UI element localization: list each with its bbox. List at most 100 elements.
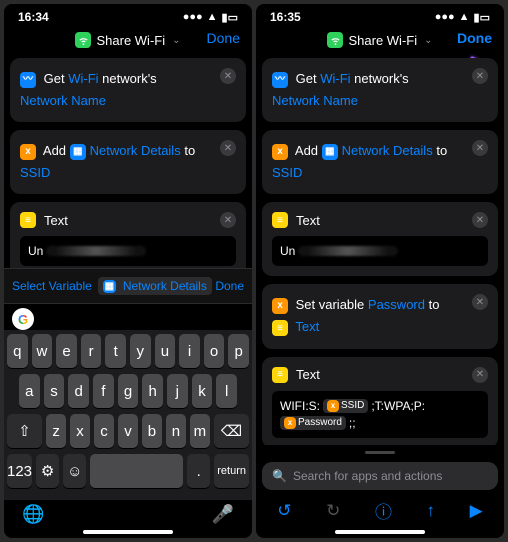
key-c[interactable]: c xyxy=(94,414,114,448)
key-b[interactable]: b xyxy=(142,414,162,448)
key-o[interactable]: o xyxy=(204,334,225,368)
token-icon: ▦ xyxy=(70,144,86,160)
text-target-link[interactable]: Text xyxy=(295,319,319,334)
ssid-link[interactable]: SSID xyxy=(20,165,50,180)
network-details-chip[interactable]: ▦ Network Details xyxy=(98,277,212,295)
key-j[interactable]: j xyxy=(167,374,188,408)
key-e[interactable]: e xyxy=(56,334,77,368)
status-bar: 16:35 ●●● ▲ ▮▭ xyxy=(256,4,504,26)
key-z[interactable]: z xyxy=(46,414,66,448)
chevron-down-icon[interactable]: ⌄ xyxy=(172,35,180,46)
info-icon[interactable]: ⓘ xyxy=(375,498,392,523)
action-add-to-variable[interactable]: ✕ x Add ▦Network Details to SSID xyxy=(10,130,246,194)
chip-icon: ▦ xyxy=(103,280,116,293)
var-pill-icon: x xyxy=(20,144,36,160)
network-name-link[interactable]: Network Name xyxy=(272,93,358,108)
actions-list: ✕ 〰 Get Wi-Fi network's Network Name ✕ x… xyxy=(4,58,252,268)
redo-icon: ↻ xyxy=(326,501,340,521)
key-v[interactable]: v xyxy=(118,414,138,448)
close-icon[interactable]: ✕ xyxy=(220,68,236,84)
key-a[interactable]: a xyxy=(19,374,40,408)
key-r[interactable]: r xyxy=(81,334,102,368)
numeric-key[interactable]: 123 xyxy=(7,454,32,488)
status-time: 16:34 xyxy=(18,10,49,24)
home-indicator[interactable] xyxy=(335,530,425,534)
close-icon[interactable]: ✕ xyxy=(472,367,488,383)
drag-handle[interactable] xyxy=(365,451,395,454)
action-text[interactable]: ✕ ≡ Text Un xyxy=(262,202,498,276)
wifi-pill-icon: 〰 xyxy=(272,72,288,88)
close-icon[interactable]: ✕ xyxy=(472,68,488,84)
token-icon: ▦ xyxy=(322,144,338,160)
key-t[interactable]: t xyxy=(105,334,126,368)
network-name-link[interactable]: Network Name xyxy=(20,93,106,108)
key-x[interactable]: x xyxy=(70,414,90,448)
key-u[interactable]: u xyxy=(155,334,176,368)
key-s[interactable]: s xyxy=(44,374,65,408)
network-details-link[interactable]: Network Details xyxy=(90,143,181,158)
return-key[interactable]: return xyxy=(214,454,249,488)
key-k[interactable]: k xyxy=(192,374,213,408)
text-pill-icon: ≡ xyxy=(20,212,36,228)
header-title: Share Wi-Fi xyxy=(96,33,165,48)
key-i[interactable]: i xyxy=(179,334,200,368)
period-key[interactable]: . xyxy=(187,454,210,488)
var-pill-icon: x xyxy=(272,298,288,314)
play-icon[interactable]: ▶ xyxy=(470,501,483,521)
globe-icon[interactable]: 🌐 xyxy=(22,504,44,525)
action-get-wifi[interactable]: ✕ 〰 Get Wi-Fi network's Network Name xyxy=(10,58,246,122)
key-d[interactable]: d xyxy=(68,374,89,408)
wifi-pill-icon: 〰 xyxy=(20,72,36,88)
status-bar: 16:34 ●●● ▲ ▮▭ xyxy=(4,4,252,26)
suggest-done-button[interactable]: Done xyxy=(215,279,244,293)
emoji-key[interactable]: ☺ xyxy=(63,454,86,488)
password-link[interactable]: Password xyxy=(368,297,425,312)
phone-right: ↖ 16:35 ●●● ▲ ▮▭ Share Wi-Fi ⌄ Done ✕ 〰 … xyxy=(256,4,504,538)
done-button[interactable]: Done xyxy=(207,30,240,46)
undo-icon[interactable]: ↺ xyxy=(277,501,291,521)
action-get-wifi[interactable]: ✕ 〰 Get Wi-Fi network's Network Name xyxy=(262,58,498,122)
select-variable-button[interactable]: Select Variable xyxy=(12,279,92,293)
google-icon[interactable]: G xyxy=(12,308,34,330)
share-icon[interactable]: ↑ xyxy=(427,501,436,521)
search-input[interactable]: 🔍 Search for apps and actions xyxy=(262,462,498,490)
mic-icon[interactable]: 🎤 xyxy=(212,504,234,525)
action-text-2[interactable]: ✕ ≡ Text WIFI:S: xSSID ;T:WPA;P: xPasswo… xyxy=(262,357,498,445)
space-key[interactable] xyxy=(90,454,183,488)
header-title: Share Wi-Fi xyxy=(348,33,417,48)
done-button[interactable]: Done xyxy=(457,30,492,46)
wifi-variable[interactable]: Wi-Fi xyxy=(68,71,98,86)
key-m[interactable]: m xyxy=(190,414,210,448)
action-add-to-variable[interactable]: ✕ x Add ▦Network Details to SSID xyxy=(262,130,498,194)
action-text[interactable]: ✕ ≡ Text Un xyxy=(10,202,246,268)
key-l[interactable]: l xyxy=(216,374,237,408)
key-n[interactable]: n xyxy=(166,414,186,448)
ssid-chip[interactable]: xSSID xyxy=(323,399,368,413)
text-input-2[interactable]: WIFI:S: xSSID ;T:WPA;P: xPassword ;; xyxy=(272,391,488,438)
text-input[interactable]: Un xyxy=(272,236,488,266)
key-w[interactable]: w xyxy=(32,334,53,368)
settings-key[interactable]: ⚙ xyxy=(36,454,59,488)
key-p[interactable]: p xyxy=(228,334,249,368)
search-placeholder: Search for apps and actions xyxy=(293,469,442,483)
signal-icon: ●●● xyxy=(435,11,455,23)
phone-left: 16:34 ●●● ▲ ▮▭ Share Wi-Fi ⌄ Done ✕ 〰 Ge… xyxy=(4,4,252,538)
chevron-down-icon[interactable]: ⌄ xyxy=(424,35,432,46)
key-f[interactable]: f xyxy=(93,374,114,408)
key-g[interactable]: g xyxy=(118,374,139,408)
bottom-toolbar: ↺ ↻ ⓘ ↑ ▶ xyxy=(256,490,504,527)
key-h[interactable]: h xyxy=(142,374,163,408)
wifi-variable[interactable]: Wi-Fi xyxy=(320,71,350,86)
home-indicator[interactable] xyxy=(83,530,173,534)
network-details-link[interactable]: Network Details xyxy=(342,143,433,158)
password-chip[interactable]: xPassword xyxy=(280,416,346,430)
keyboard: qwertyuiop asdfghjkl ⇧ zxcvbnm ⌫ 123 ⚙ ☺… xyxy=(4,330,252,500)
ssid-link[interactable]: SSID xyxy=(272,165,302,180)
key-y[interactable]: y xyxy=(130,334,151,368)
backspace-key[interactable]: ⌫ xyxy=(214,414,249,448)
text-input[interactable]: Un xyxy=(20,236,236,266)
header: Share Wi-Fi ⌄ Done xyxy=(256,26,504,58)
key-q[interactable]: q xyxy=(7,334,28,368)
action-set-variable[interactable]: ✕ x Set variable Password to ≡ Text xyxy=(262,284,498,348)
shift-key[interactable]: ⇧ xyxy=(7,414,42,448)
